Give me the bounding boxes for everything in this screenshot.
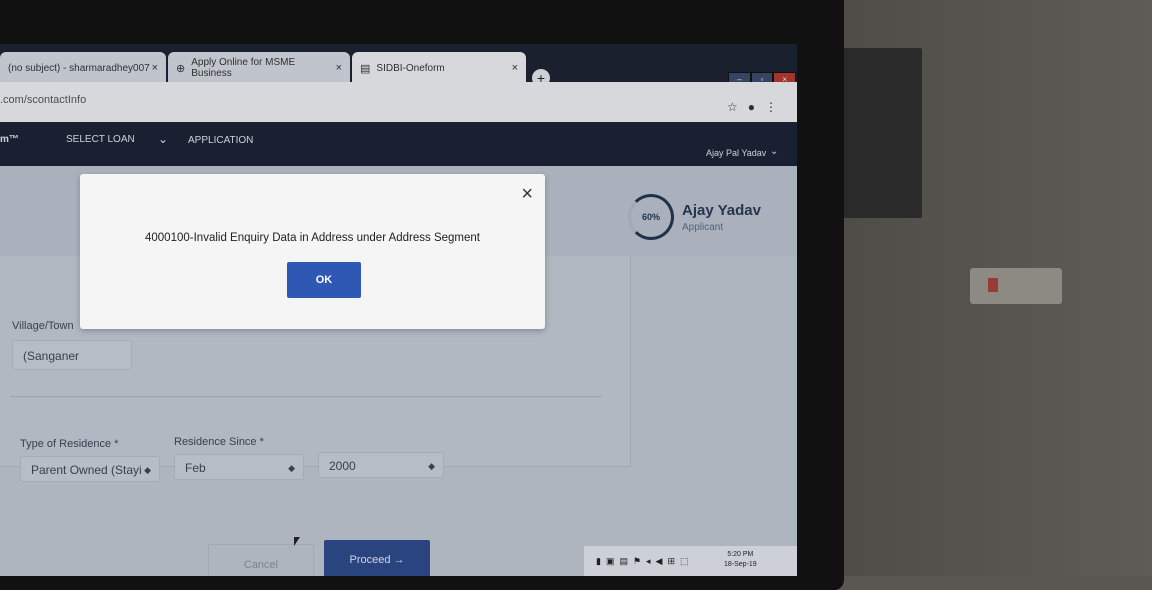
mouse-cursor-icon bbox=[294, 537, 300, 546]
error-message: 4000100-Invalid Enquiry Data in Address … bbox=[145, 232, 480, 244]
ok-button[interactable]: OK bbox=[287, 262, 361, 298]
wall-box bbox=[832, 48, 922, 218]
wall-switch bbox=[970, 268, 1062, 304]
close-icon[interactable]: × bbox=[521, 184, 533, 204]
screen: (no subject) - sharmaradhey007 × ⊕ Apply… bbox=[0, 44, 797, 576]
error-dialog: × 4000100-Invalid Enquiry Data in Addres… bbox=[80, 174, 545, 329]
